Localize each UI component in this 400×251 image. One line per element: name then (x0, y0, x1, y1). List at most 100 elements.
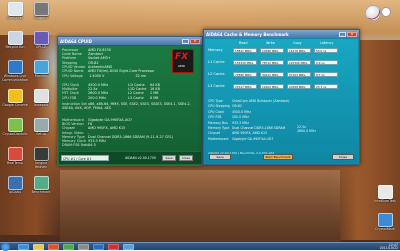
bench-result-cell: 15841 MB/s (233, 48, 257, 53)
bench-info-label: Chipset (208, 131, 221, 136)
clock-value: 200.0 MHz (88, 95, 107, 100)
desktop-icon[interactable]: Recycle Bin (2, 31, 28, 50)
cpuid-version: AIDA64 v2.00.1700 (125, 156, 156, 160)
bench-column-header: Write (266, 41, 275, 45)
desktop-icon[interactable]: Notepad (28, 89, 54, 108)
system-tray-clock[interactable]: 12:47 2011/10/22 (380, 243, 398, 250)
desktop-icon[interactable]: Setup (28, 118, 54, 137)
desktop-icon[interactable]: CrystalMark (372, 213, 398, 232)
taskbar-explorer-icon[interactable] (33, 244, 44, 250)
desktop-icon[interactable]: IntelBurnTest (372, 185, 398, 204)
bench-result-cell: 21547 MB/s (233, 84, 257, 89)
bench-column-header: Latency (320, 41, 334, 45)
desktop-icon[interactable]: Benchmark (28, 176, 54, 195)
benchmark-titlebar[interactable]: AIDA64 Cache & Memory Benchmark _ × (204, 30, 359, 38)
desktop: Computer Recycle Bin Windows Live Communic… (0, 0, 400, 242)
board-info-value: AMD 990FX, AMD K15 (88, 126, 126, 131)
taskbar: 12:47 2011/10/22 (0, 242, 400, 251)
taskbar-media-icon[interactable] (48, 244, 59, 250)
bench-info-label: Memory Bus (208, 120, 228, 125)
desktop-icon-label: CPU-Z (35, 45, 47, 49)
bench-save-button[interactable]: Save (209, 154, 231, 160)
taskbar-aida-icon[interactable] (93, 244, 104, 250)
desktop-icon[interactable]: CrystalDiskInfo (2, 118, 28, 137)
cpuid-title: AIDA64 CPUID (60, 38, 92, 44)
minimize-button[interactable]: _ (182, 38, 189, 44)
cpuid-titlebar[interactable]: AIDA64 CPUID _ × (58, 37, 202, 45)
desktop-icon[interactable]: CPU-Z (28, 31, 54, 50)
cpuid-info-value: AMD FX(tm)-8150 Eight-Core Processor (88, 69, 155, 73)
bench-row-label: Memory (208, 48, 223, 52)
benchmark-body: Read Write Copy Latency Memory 15841 MB/s 103… (205, 39, 358, 163)
desktop-icon[interactable]: Scorpius (28, 2, 54, 21)
bench-result-cell: 78712 MB/s (260, 60, 284, 65)
desktop-icon[interactable]: RealTemp (2, 147, 28, 166)
bench-info-value: 4500.0 MHz (232, 109, 251, 114)
cpuid-close-button[interactable]: Close (179, 155, 193, 161)
bench-row-label: L2 Cache (208, 72, 225, 76)
bench-info-row: Motherboard Gigabyte GA-990FXA-UD7 (208, 137, 273, 141)
desktop-icon-label: Scorpius (33, 16, 49, 20)
core-selector[interactable]: CPU #1 / Core #1 (61, 155, 109, 161)
desktop-icon-label: Computer (6, 16, 24, 20)
taskbar-app-icon[interactable] (63, 244, 74, 250)
desktop-icon[interactable]: Monitor (28, 60, 54, 79)
minimize-button[interactable]: _ (339, 31, 346, 37)
cpuid-window: AIDA64 CPUID _ × Processor AMD FX-8150 Cod… (57, 36, 203, 166)
desktop-icon[interactable]: Windows Live Communication (2, 60, 28, 83)
cpuid-clock-row: CPU FSB 200.0 MHz L3 Cache 8 MB (62, 96, 159, 100)
cpuid-info-label: CPUID Name (62, 69, 84, 73)
start-benchmark-button[interactable]: Start Benchmark (263, 154, 293, 160)
bench-info-value: OR-B2 (232, 104, 242, 109)
benchmark-title: AIDA64 Cache & Memory Benchmark (206, 31, 289, 37)
taskbar-app-icon[interactable] (123, 244, 134, 250)
taskbar-app-icon[interactable] (78, 244, 89, 250)
app-icon (33, 31, 49, 45)
desktop-icon-label: Setup (36, 132, 46, 136)
close-window-button[interactable]: × (190, 38, 200, 44)
amd-fx-logo: FX AMD (172, 49, 194, 73)
widget-ball-icon (365, 5, 381, 21)
taskbar-ie-icon[interactable] (18, 244, 29, 250)
bench-info-label: CPU Clock (208, 109, 225, 114)
bench-close-button[interactable]: Close (332, 154, 354, 160)
cpuid-save-button[interactable]: Save (162, 155, 176, 161)
board-info-row: DRAM:FSB Ratio14:3 (62, 143, 96, 147)
board-info-value: Gigabyte GA-990FXA-UD7 (88, 118, 133, 122)
desktop-icon[interactable]: Unigine Heaven (28, 147, 54, 170)
bench-info-row: Memory Bus 933.3 MHz (208, 121, 249, 125)
app-icon (7, 89, 23, 103)
board-info-label: DRAM:FSB Ratio (62, 143, 90, 148)
bench-info-row: Chipset AMD 990FX, AMD K15 (208, 131, 267, 135)
app-icon (7, 60, 23, 74)
desktop-icon[interactable]: Google Chrome (2, 89, 28, 108)
cpuid-info-row: CPUID Name AMD FX(tm)-8150 Eight-Core Pro… (62, 69, 155, 73)
app-icon (33, 2, 49, 16)
desktop-icon[interactable]: AIDA64 (2, 176, 28, 195)
app-icon (377, 185, 393, 199)
desktop-icon[interactable]: Computer (2, 2, 28, 21)
desktop-icon-label: Google Chrome (2, 103, 28, 107)
cpuid-body: Processor AMD FX-8150 Code Name Zambezi Plat… (59, 46, 201, 151)
voltage-value: 1.4000 V (89, 74, 105, 78)
desktop-widget[interactable] (359, 3, 397, 27)
close-window-button[interactable]: × (347, 31, 357, 37)
bench-info-value: AMD 990FX, AMD K15 (232, 131, 268, 136)
board-info-value: 14:3 (88, 143, 96, 148)
bench-info-label: CPU Type (208, 99, 223, 103)
bench-info-row: CPU FSB 200.0 MHz (208, 115, 249, 119)
cpu-voltage-row: CPU Voltage 1.4000 V 32 nm (62, 74, 146, 78)
bench-row-label: L3 Cache (208, 84, 225, 88)
bench-info-value: 933.3 MHz (232, 120, 249, 125)
voltage-label: CPU Voltage (62, 74, 83, 78)
bench-info-label: CPU FSB (208, 115, 222, 120)
app-icon (7, 118, 23, 132)
bench-info-value: 200.0 MHz (232, 115, 249, 120)
bench-result-cell: 8.7 ns (314, 72, 338, 77)
bench-result-cell: 57103 MB/s (287, 72, 311, 77)
bench-info-label: Motherboard (208, 136, 229, 141)
bench-result-cell: 25.3 ns (314, 84, 338, 89)
process-value: 32 nm (135, 74, 147, 78)
bench-result-cell: 0.9 ns (314, 60, 338, 65)
taskbar-app-icon[interactable] (108, 244, 119, 250)
